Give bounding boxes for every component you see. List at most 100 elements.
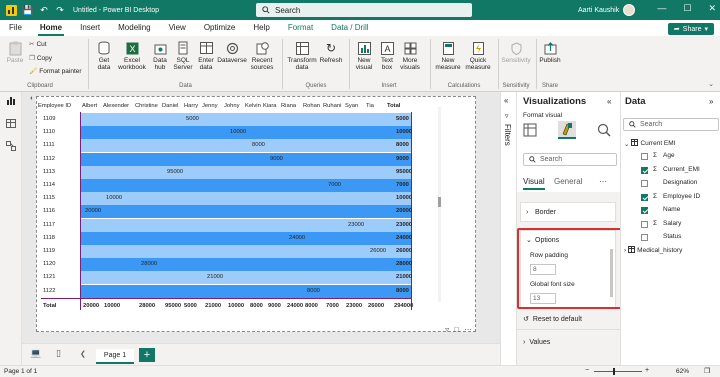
- row-header-cell[interactable]: 1119: [43, 248, 55, 254]
- field-item[interactable]: Status: [641, 233, 719, 243]
- total-cell[interactable]: 23000: [346, 303, 362, 309]
- field-checkbox[interactable]: [641, 234, 648, 241]
- visual-search-input[interactable]: Search: [523, 153, 617, 166]
- more-visuals-button[interactable]: More visuals: [398, 41, 422, 71]
- row-total-cell[interactable]: 26000: [396, 248, 412, 254]
- copy-button[interactable]: ❐ Copy: [29, 55, 52, 62]
- zoom-in-icon[interactable]: +: [645, 367, 649, 374]
- row-total-cell[interactable]: 95000: [396, 169, 412, 175]
- transform-data-button[interactable]: Transform data: [286, 41, 318, 71]
- field-checkbox[interactable]: [641, 220, 648, 228]
- value-cell[interactable]: 10000: [230, 129, 246, 135]
- value-cell[interactable]: 23000: [348, 222, 364, 228]
- data-search-input[interactable]: Search: [623, 118, 719, 131]
- table-row[interactable]: 1113 95000 95000: [41, 165, 412, 179]
- total-cell[interactable]: 10000: [104, 303, 120, 309]
- menu-optimize[interactable]: Optimize: [195, 20, 245, 36]
- field-item[interactable]: Σ Employee ID: [641, 193, 719, 203]
- sql-server-button[interactable]: SQL Server: [172, 41, 194, 71]
- header-cell[interactable]: Harry: [184, 103, 198, 109]
- table-row[interactable]: 1122 8000 8000: [41, 284, 411, 298]
- row-total-cell[interactable]: 24000: [396, 235, 412, 241]
- vertical-scrollbar[interactable]: [438, 107, 441, 302]
- fit-to-page-icon[interactable]: ❐: [704, 367, 710, 375]
- row-header-cell[interactable]: 1120: [43, 261, 55, 267]
- value-cell[interactable]: 26000: [370, 248, 386, 254]
- row-total-cell[interactable]: 10000: [396, 195, 412, 201]
- total-cell[interactable]: 28000: [139, 303, 155, 309]
- redo-icon[interactable]: ↷: [55, 5, 65, 15]
- value-cell[interactable]: 8000: [252, 142, 265, 148]
- total-cell[interactable]: 7000: [326, 303, 339, 309]
- total-cell[interactable]: 294000: [394, 303, 413, 309]
- header-cell[interactable]: Ruhani: [323, 103, 341, 109]
- expand-filters-icon[interactable]: «: [504, 96, 508, 105]
- field-checkbox[interactable]: [641, 153, 648, 160]
- row-header-cell[interactable]: 1112: [43, 156, 55, 162]
- row-total-cell[interactable]: 23000: [396, 222, 412, 228]
- field-item[interactable]: Designation: [641, 179, 719, 189]
- collapse-data-pane-icon[interactable]: »: [709, 97, 713, 106]
- row-header-cell[interactable]: 1122: [43, 288, 55, 294]
- row-header-cell[interactable]: 1110: [43, 129, 55, 135]
- new-measure-button[interactable]: New measure: [432, 41, 464, 71]
- total-cell[interactable]: 9000: [268, 303, 281, 309]
- get-data-button[interactable]: Get data: [93, 41, 115, 71]
- total-cell[interactable]: 26000: [368, 303, 384, 309]
- total-row[interactable]: Total 20000 10000 28000 95000 5000 21000 10000 8…: [41, 300, 413, 313]
- collapse-ribbon-icon[interactable]: ⌄: [708, 80, 714, 88]
- focus-mode-icon[interactable]: □: [454, 325, 459, 334]
- row-total-cell[interactable]: 8000: [396, 288, 409, 294]
- row-total-cell[interactable]: 28000: [396, 261, 412, 267]
- header-cell[interactable]: Syan: [345, 103, 358, 109]
- row-total-cell[interactable]: 10000: [396, 129, 412, 135]
- menu-help[interactable]: Help: [244, 20, 278, 36]
- row-header-cell[interactable]: 1114: [43, 182, 55, 188]
- row-total-cell[interactable]: 5000: [396, 116, 409, 122]
- header-cell[interactable]: Rohan: [303, 103, 320, 109]
- table-row[interactable]: 1110 10000 10000: [41, 126, 412, 140]
- format-painter-button[interactable]: 🖌 Format painter: [29, 68, 82, 75]
- page-tab[interactable]: Page 1: [96, 349, 134, 364]
- user-account[interactable]: Aarti Kaushik: [578, 4, 636, 16]
- sensitivity-button[interactable]: Sensitivity: [500, 41, 532, 64]
- header-cell[interactable]: Alexender: [103, 103, 129, 109]
- row-header-cell[interactable]: 1115: [43, 195, 55, 201]
- total-cell[interactable]: 21000: [205, 303, 221, 309]
- header-cell[interactable]: Riana: [281, 103, 296, 109]
- field-item[interactable]: Σ Age: [641, 152, 719, 162]
- table-view-icon[interactable]: [6, 119, 16, 128]
- value-cell[interactable]: 9000: [270, 156, 283, 162]
- excel-workbook-button[interactable]: X Excel workbook: [117, 41, 147, 71]
- header-cell[interactable]: Kiara: [263, 103, 277, 109]
- table-row[interactable]: 1116 20000 20000: [41, 205, 412, 219]
- tab-visual[interactable]: Visual: [523, 177, 545, 190]
- zoom-out-icon[interactable]: −: [585, 367, 589, 374]
- row-total-cell[interactable]: 21000: [396, 274, 412, 280]
- maximize-button[interactable]: ☐: [683, 3, 691, 14]
- menu-home[interactable]: Home: [31, 20, 71, 36]
- row-header-cell[interactable]: 1109: [43, 116, 55, 122]
- zoom-slider-thumb[interactable]: [613, 368, 615, 375]
- menu-file[interactable]: File: [0, 20, 31, 36]
- header-cell[interactable]: Albert: [82, 103, 97, 109]
- title-search-box[interactable]: Search: [256, 3, 472, 17]
- row-header-cell[interactable]: 1118: [43, 235, 55, 241]
- value-cell[interactable]: 10000: [106, 195, 122, 201]
- table-current-emi[interactable]: ⌄ Current EMI: [624, 139, 676, 148]
- header-cell[interactable]: Johny: [224, 103, 239, 109]
- row-total-cell[interactable]: 20000: [396, 208, 412, 214]
- menu-view[interactable]: View: [160, 20, 195, 36]
- border-card[interactable]: › Border: [520, 202, 616, 222]
- dataverse-button[interactable]: Dataverse: [216, 41, 248, 64]
- menu-data-drill[interactable]: Data / Drill: [322, 20, 377, 36]
- field-checkbox[interactable]: [641, 207, 648, 214]
- value-cell[interactable]: 24000: [289, 235, 305, 241]
- table-row[interactable]: 1117 23000 23000: [41, 218, 412, 232]
- model-view-icon[interactable]: [6, 141, 16, 151]
- focus-mode-icon[interactable]: ◐: [30, 95, 34, 102]
- build-visual-icon[interactable]: [523, 123, 537, 139]
- previous-page-icon[interactable]: ❮: [80, 350, 86, 358]
- more-options-icon[interactable]: ⋯: [464, 325, 472, 334]
- table-row[interactable]: 1121 21000 21000: [41, 271, 412, 285]
